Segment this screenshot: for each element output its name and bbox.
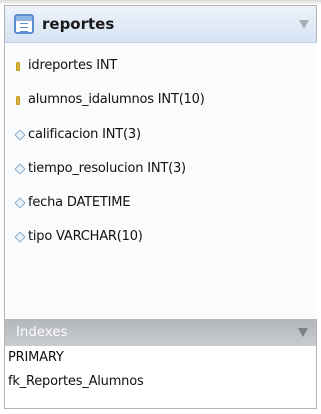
key-icon — [16, 62, 20, 71]
diamond-icon — [14, 231, 26, 243]
table-icon — [14, 14, 34, 34]
column-row[interactable]: tipo VARCHAR(10) — [6, 224, 317, 250]
column-row[interactable]: idreportes INT — [6, 53, 317, 79]
index-row[interactable]: fk_Reportes_Alumnos — [5, 370, 316, 394]
key-icon — [16, 96, 20, 105]
column-label: tiempo_resolucion INT(3) — [28, 161, 186, 176]
column-row[interactable]: alumnos_idalumnos INT(10) — [6, 87, 317, 113]
diamond-icon — [14, 129, 26, 141]
indexes-title: Indexes — [16, 325, 68, 340]
collapse-arrow-icon[interactable] — [299, 20, 309, 29]
indexes-header[interactable]: Indexes — [5, 319, 316, 346]
index-row[interactable]: PRIMARY — [5, 346, 316, 370]
columns-list: idreportes INT alumnos_idalumnos INT(10)… — [5, 43, 317, 319]
column-label: idreportes INT — [28, 58, 118, 73]
index-label: fk_Reportes_Alumnos — [8, 374, 144, 389]
column-label: calificacion INT(3) — [28, 127, 141, 142]
column-row[interactable]: tiempo_resolucion INT(3) — [6, 156, 317, 182]
column-label: tipo VARCHAR(10) — [28, 229, 143, 244]
diamond-icon — [14, 197, 26, 209]
column-row[interactable]: calificacion INT(3) — [6, 122, 317, 148]
column-label: alumnos_idalumnos INT(10) — [28, 92, 205, 107]
table-card[interactable]: reportes idreportes INT alumnos_idalumno… — [4, 5, 317, 409]
collapse-arrow-icon[interactable] — [298, 328, 308, 337]
column-row[interactable]: fecha DATETIME — [6, 190, 317, 216]
diamond-icon — [14, 163, 26, 175]
column-label: fecha DATETIME — [28, 195, 131, 210]
table-header[interactable]: reportes — [5, 6, 316, 43]
table-title: reportes — [42, 15, 115, 33]
index-label: PRIMARY — [8, 350, 64, 365]
